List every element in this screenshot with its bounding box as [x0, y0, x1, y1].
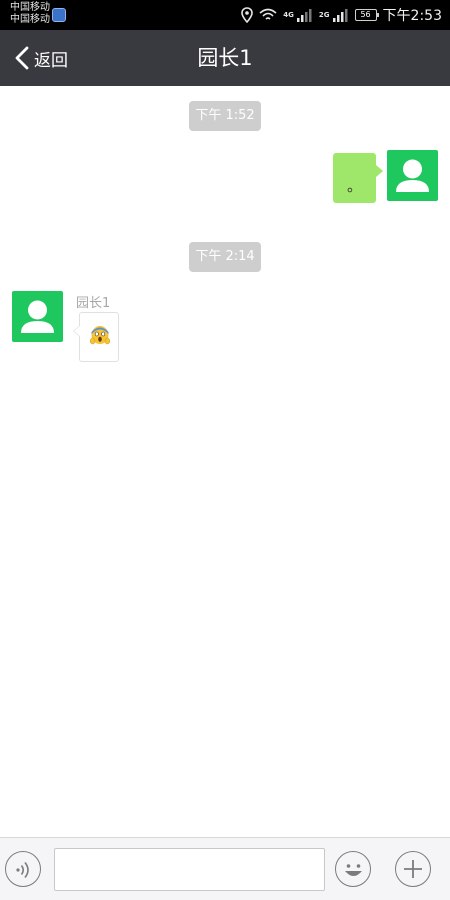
sender-name: 园长1: [76, 296, 111, 311]
carrier-labels: 中国移动 中国移动: [10, 2, 50, 26]
emoji-icon: [345, 864, 362, 876]
status-icons: 4G 2G 56 下午2:53: [241, 5, 442, 25]
voice-button[interactable]: [5, 851, 41, 887]
plus-icon: [404, 860, 422, 878]
carrier-2: 中国移动: [10, 14, 50, 25]
chat-header: 返回 园长1: [0, 30, 450, 86]
chevron-left-icon: [15, 46, 29, 70]
message-list[interactable]: 下午 1:52 。 下午 2:14 园长1: [0, 86, 450, 837]
timestamp-chip: 下午 2:14: [189, 242, 261, 272]
default-avatar-icon: [21, 300, 54, 333]
status-clock: 下午2:53: [382, 8, 442, 24]
app-notification-icon: [52, 8, 66, 22]
emoji-button[interactable]: [335, 851, 371, 887]
status-bar: 中国移动 中国移动 4G 2G 56 下午2:53: [0, 0, 450, 30]
back-label: 返回: [34, 50, 68, 71]
outgoing-message-bubble[interactable]: 。: [333, 153, 383, 203]
signal-1-icon: [296, 9, 312, 22]
my-avatar[interactable]: [387, 150, 438, 201]
timestamp-chip: 下午 1:52: [189, 101, 261, 131]
back-button[interactable]: 返回: [14, 30, 68, 86]
battery-icon: 56: [354, 9, 379, 21]
voice-icon: [16, 862, 29, 878]
network-label-1: 4G: [283, 11, 294, 19]
scream-emoji-icon: [90, 326, 110, 345]
plus-button[interactable]: [395, 851, 431, 887]
wifi-icon: [259, 8, 277, 20]
contact-avatar[interactable]: [12, 291, 63, 342]
message-input[interactable]: [54, 848, 325, 891]
network-label-2: 2G: [318, 11, 330, 19]
carrier-1: 中国移动: [10, 2, 50, 13]
outgoing-message-text: 。: [346, 177, 362, 195]
signal-2-icon: [332, 9, 348, 22]
incoming-message-bubble[interactable]: [73, 312, 119, 362]
default-avatar-icon: [396, 159, 429, 192]
input-bar: [0, 837, 450, 900]
location-icon: [241, 7, 254, 23]
